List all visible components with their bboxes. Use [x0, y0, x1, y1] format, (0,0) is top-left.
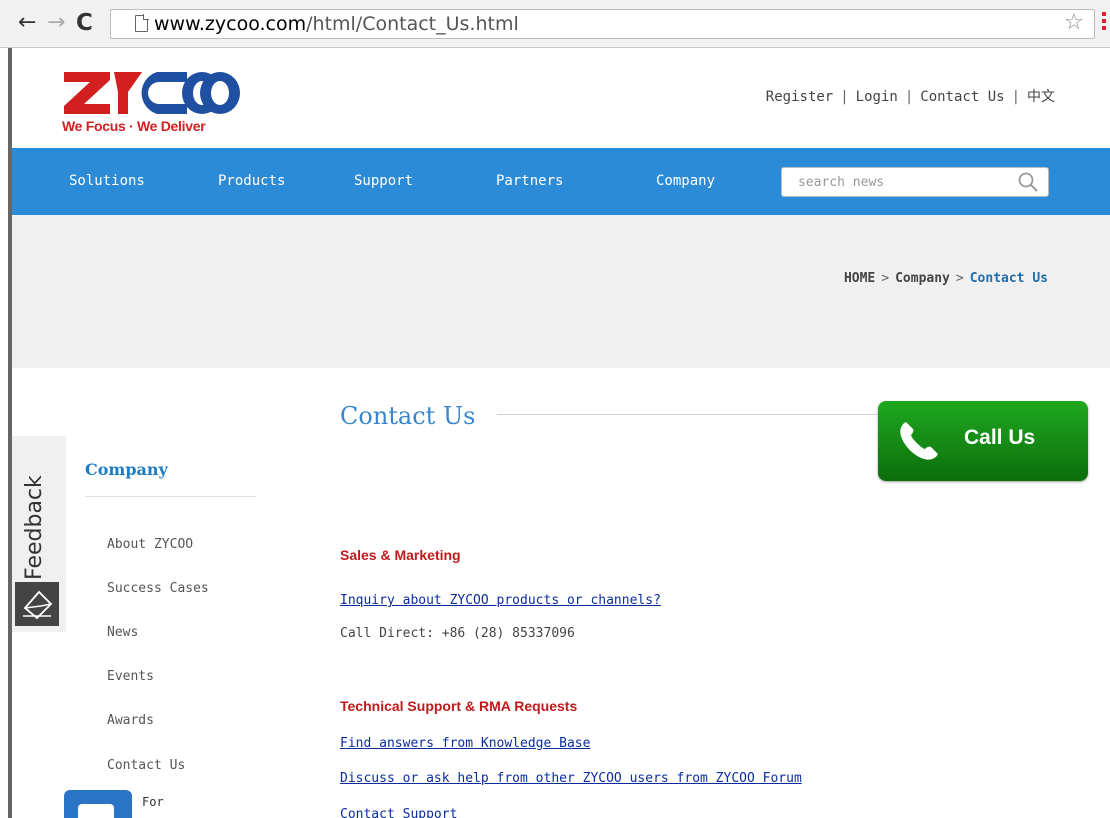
chat-widget-label[interactable]: For: [142, 795, 164, 809]
reload-icon[interactable]: C: [76, 9, 93, 37]
title-divider: [497, 414, 897, 415]
feedback-label[interactable]: Feedback: [22, 475, 47, 580]
logo-tagline: We Focus · We Deliver: [62, 118, 206, 134]
page-banner: [12, 215, 1110, 368]
sidebar-divider: [85, 496, 256, 497]
sales-phone: Call Direct: +86 (28) 85337096: [340, 626, 575, 641]
sales-heading: Sales & Marketing: [340, 547, 461, 563]
page-title: Contact Us: [340, 402, 476, 430]
breadcrumb-home[interactable]: HOME: [844, 271, 875, 286]
top-links: Register | Login | Contact Us | 中文: [766, 86, 1055, 106]
nav-item-company[interactable]: Company: [656, 173, 715, 189]
nav-item-partners[interactable]: Partners: [496, 173, 563, 189]
chinese-language-link[interactable]: 中文: [1027, 86, 1055, 106]
contact-us-link[interactable]: Contact Us: [920, 89, 1004, 105]
url-path: /html/Contact_Us.html: [306, 13, 519, 35]
support-heading: Technical Support & RMA Requests: [340, 698, 578, 714]
nav-item-products[interactable]: Products: [218, 173, 285, 189]
breadcrumb-current: Contact Us: [969, 271, 1048, 286]
browser-menu-icon[interactable]: [1102, 12, 1107, 34]
sidebar-item-events[interactable]: Events: [107, 669, 154, 684]
sidebar-item-contact-us[interactable]: Contact Us: [107, 758, 185, 773]
breadcrumb: HOME > Company > Contact Us: [843, 271, 1048, 286]
nav-item-support[interactable]: Support: [354, 173, 413, 189]
sidebar-title: Company: [85, 460, 168, 479]
contact-support-link[interactable]: Contact Support: [340, 807, 457, 818]
knowledge-base-link[interactable]: Find answers from Knowledge Base: [340, 736, 590, 751]
address-url[interactable]: www.zycoo.com/html/Contact_Us.html: [154, 12, 519, 36]
url-host: www.zycoo.com: [154, 13, 307, 35]
forum-link[interactable]: Discuss or ask help from other ZYCOO use…: [340, 771, 802, 786]
bookmark-star-icon[interactable]: ☆: [1064, 10, 1084, 36]
sidebar-item-about[interactable]: About ZYCOO: [107, 537, 193, 552]
register-link[interactable]: Register: [766, 89, 833, 105]
sidebar-item-success-cases[interactable]: Success Cases: [107, 581, 209, 596]
call-us-label[interactable]: Call Us: [964, 426, 1035, 450]
breadcrumb-company[interactable]: Company: [895, 271, 950, 286]
login-link[interactable]: Login: [856, 89, 898, 105]
forward-arrow-icon[interactable]: →: [47, 9, 65, 37]
sales-inquiry-link[interactable]: Inquiry about ZYCOO products or channels…: [340, 593, 661, 608]
phone-icon: [900, 422, 938, 460]
sidebar-item-news[interactable]: News: [107, 625, 138, 640]
sidebar-item-awards[interactable]: Awards: [107, 713, 154, 728]
page-icon: [135, 14, 149, 32]
chat-window-icon: [78, 804, 114, 818]
feedback-envelope-icon[interactable]: [15, 582, 59, 626]
search-icon[interactable]: [1016, 170, 1040, 194]
back-arrow-icon[interactable]: ←: [18, 9, 36, 37]
search-placeholder: search news: [798, 175, 885, 190]
nav-item-solutions[interactable]: Solutions: [69, 173, 145, 189]
